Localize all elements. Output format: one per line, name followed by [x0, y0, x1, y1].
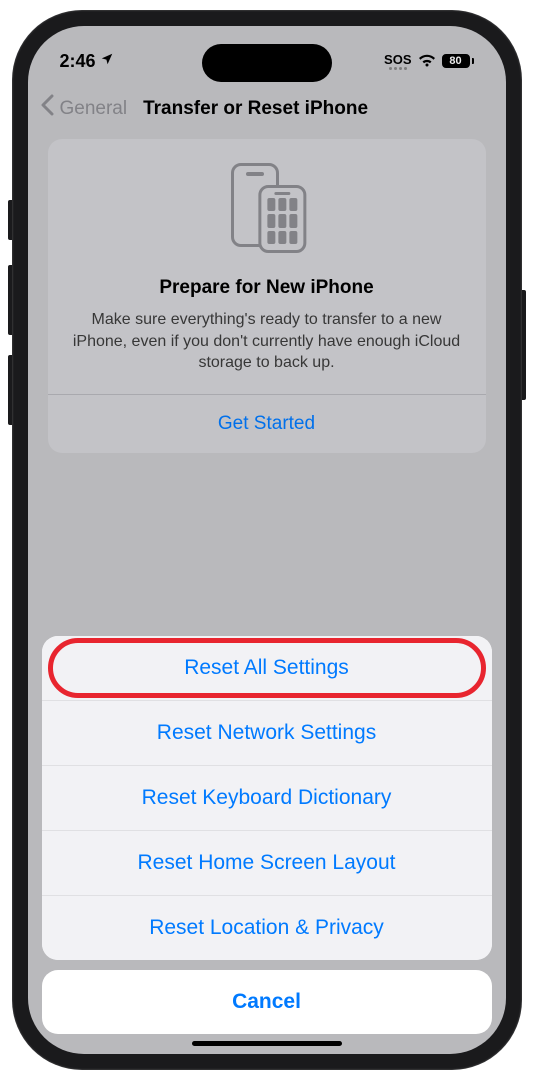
dynamic-island: [202, 44, 332, 82]
action-sheet: Reset All Settings Reset Network Setting…: [42, 636, 492, 1034]
location-arrow-icon: [100, 52, 114, 71]
wifi-icon: [418, 54, 436, 68]
volume-down-button: [8, 355, 12, 425]
cancel-button[interactable]: Cancel: [42, 970, 492, 1034]
prepare-description: Make sure everything's ready to transfer…: [64, 309, 470, 374]
prepare-card: Prepare for New iPhone Make sure everyth…: [48, 139, 486, 453]
prepare-title: Prepare for New iPhone: [64, 277, 470, 299]
battery-icon: 80: [442, 54, 474, 68]
power-button: [522, 290, 526, 400]
screen: 2:46 SOS 80: [28, 26, 506, 1054]
back-chevron-icon[interactable]: [40, 94, 54, 123]
home-indicator[interactable]: [192, 1041, 342, 1046]
reset-all-settings-option[interactable]: Reset All Settings: [42, 636, 492, 701]
reset-location-privacy-option[interactable]: Reset Location & Privacy: [42, 896, 492, 960]
get-started-button[interactable]: Get Started: [64, 395, 470, 453]
device-transfer-icon: [64, 163, 470, 253]
reset-network-settings-option[interactable]: Reset Network Settings: [42, 701, 492, 766]
page-title: Transfer or Reset iPhone: [143, 98, 368, 120]
action-sheet-group: Reset All Settings Reset Network Setting…: [42, 636, 492, 960]
sos-indicator: SOS: [384, 52, 411, 70]
reset-keyboard-dictionary-option[interactable]: Reset Keyboard Dictionary: [42, 766, 492, 831]
side-button: [8, 200, 12, 240]
back-button-label[interactable]: General: [60, 98, 128, 120]
content-area: Prepare for New iPhone Make sure everyth…: [28, 139, 506, 453]
reset-home-screen-layout-option[interactable]: Reset Home Screen Layout: [42, 831, 492, 896]
highlight-annotation: [48, 638, 486, 698]
status-left: 2:46: [60, 51, 114, 72]
status-right: SOS 80: [384, 52, 473, 70]
volume-up-button: [8, 265, 12, 335]
status-time: 2:46: [60, 51, 96, 72]
phone-frame: 2:46 SOS 80: [12, 10, 522, 1070]
nav-bar: General Transfer or Reset iPhone: [28, 86, 506, 139]
